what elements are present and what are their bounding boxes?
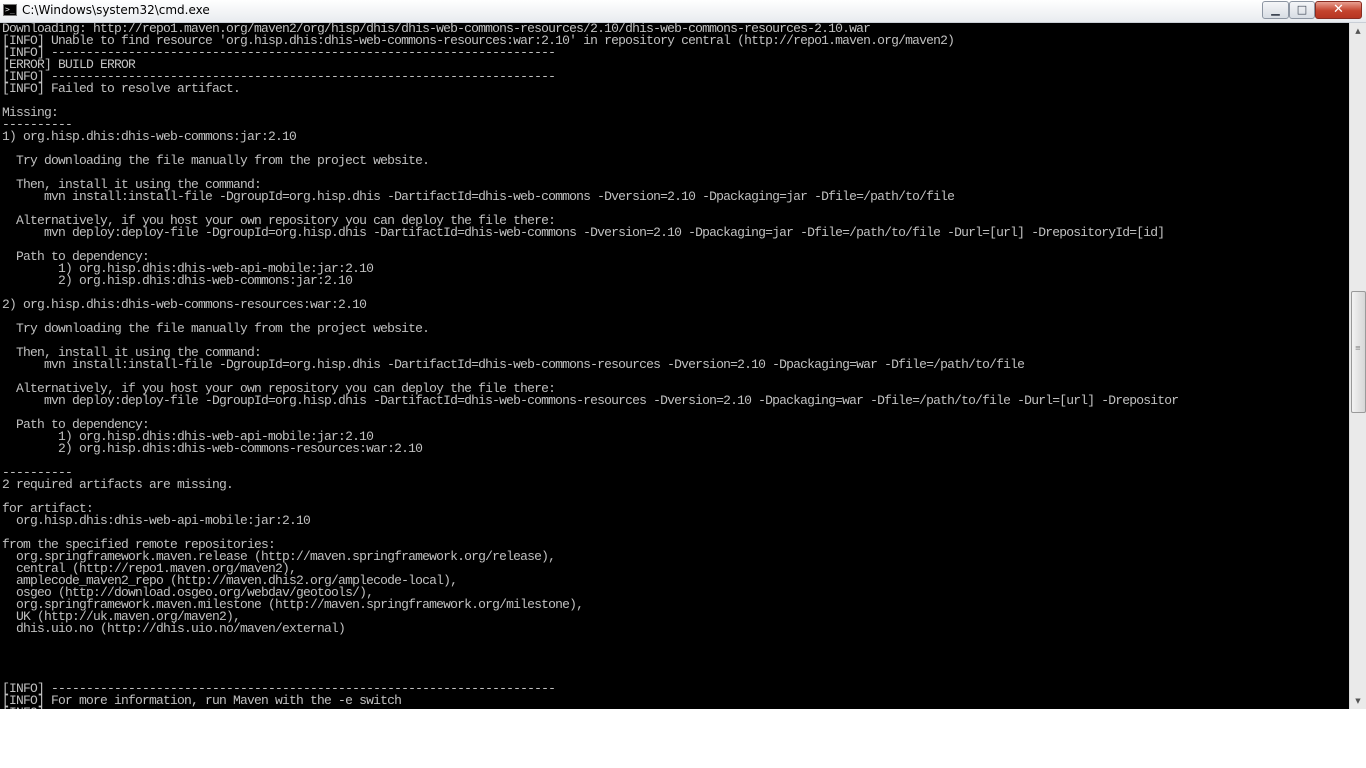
- console-line: mvn install:install-file -DgroupId=org.h…: [2, 189, 955, 204]
- title-bar[interactable]: >_ C:\Windows\system32\cmd.exe ▁ □ ✕: [0, 0, 1366, 23]
- scroll-thumb[interactable]: ≡: [1351, 291, 1366, 413]
- console-line: org.hisp.dhis:dhis-web-api-mobile:jar:2.…: [2, 513, 311, 528]
- console-line: mvn install:install-file -DgroupId=org.h…: [2, 357, 1025, 372]
- console-line: mvn deploy:deploy-file -DgroupId=org.his…: [2, 393, 1179, 408]
- console-line: 2) org.hisp.dhis:dhis-web-commons-resour…: [2, 441, 423, 456]
- console-line: mvn deploy:deploy-file -DgroupId=org.his…: [2, 225, 1165, 240]
- console-output[interactable]: Downloading: http://repo1.maven.org/mave…: [0, 23, 1349, 709]
- console-line: 1) org.hisp.dhis:dhis-web-commons:jar:2.…: [2, 129, 297, 144]
- console-line: [INFO] Failed to resolve artifact.: [2, 81, 241, 96]
- console-line: 2) org.hisp.dhis:dhis-web-commons-resour…: [2, 297, 367, 312]
- maximize-button[interactable]: □: [1289, 1, 1315, 19]
- close-button[interactable]: ✕: [1315, 1, 1362, 19]
- cmd-icon[interactable]: >_: [3, 4, 17, 16]
- console-line: dhis.uio.no (http://dhis.uio.no/maven/ex…: [2, 621, 346, 636]
- console-line: Try downloading the file manually from t…: [2, 321, 430, 336]
- console-line: 2 required artifacts are missing.: [2, 477, 234, 492]
- console-line: [INFO] ---------------------------------…: [2, 45, 556, 60]
- window-title: C:\Windows\system32\cmd.exe: [22, 3, 210, 17]
- grip-icon: ≡: [1355, 344, 1361, 352]
- arrow-down-icon[interactable]: ▼: [1350, 693, 1366, 709]
- arrow-up-icon[interactable]: ▲: [1350, 23, 1366, 39]
- vertical-scrollbar[interactable]: ▲ ≡ ▼: [1349, 23, 1366, 709]
- console-text: Downloading: http://repo1.maven.org/mave…: [0, 23, 1349, 709]
- console-line: Missing:: [2, 105, 59, 120]
- console-line: Try downloading the file manually from t…: [2, 153, 430, 168]
- minimize-button[interactable]: ▁: [1262, 1, 1289, 19]
- console-line: 2) org.hisp.dhis:dhis-web-commons:jar:2.…: [2, 273, 353, 288]
- desktop-area: [0, 709, 1366, 768]
